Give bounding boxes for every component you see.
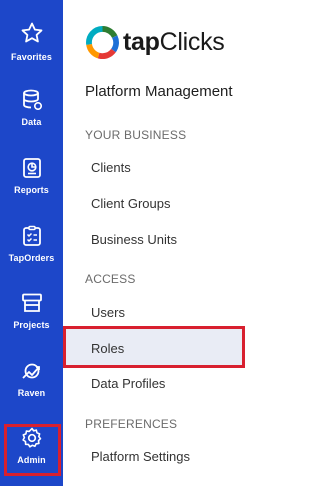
star-icon: [20, 21, 44, 45]
logo-text-light: Clicks: [159, 28, 225, 56]
section-access: ACCESS: [85, 272, 136, 286]
panel-title: Platform Management: [85, 83, 233, 100]
rail-item-raven[interactable]: Raven: [0, 339, 63, 401]
raven-chart-icon: [20, 359, 44, 383]
section-your-business: YOUR BUSINESS: [85, 128, 187, 142]
database-icon: [20, 88, 44, 112]
nav-item-client-groups[interactable]: Client Groups: [91, 196, 170, 211]
rail-item-taporders[interactable]: TapOrders: [0, 204, 63, 266]
rail-item-favorites[interactable]: Favorites: [0, 0, 63, 62]
rail-label-raven: Raven: [17, 388, 46, 398]
section-preferences: PREFERENCES: [85, 417, 178, 431]
admin-highlight-box: [4, 424, 61, 476]
logo-text-bold: tap: [123, 28, 160, 56]
nav-item-business-units[interactable]: Business Units: [91, 232, 177, 247]
rail-label-projects: Projects: [13, 320, 50, 330]
rail-item-projects[interactable]: Projects: [0, 271, 63, 333]
report-icon: [20, 156, 44, 180]
checklist-icon: [20, 224, 44, 248]
nav-item-platform-settings[interactable]: Platform Settings: [91, 449, 190, 464]
nav-item-users[interactable]: Users: [91, 305, 125, 320]
left-nav-rail: Favorites Data Reports TapOrders Project…: [0, 0, 63, 486]
nav-item-roles[interactable]: Roles: [91, 341, 124, 356]
rail-label-reports: Reports: [14, 185, 49, 195]
rail-item-data[interactable]: Data: [0, 68, 63, 130]
nav-item-clients[interactable]: Clients: [91, 160, 131, 175]
rail-label-data: Data: [21, 117, 42, 127]
store-icon: [20, 291, 44, 315]
tapclicks-logo-mark-icon: [86, 26, 119, 59]
nav-item-data-profiles[interactable]: Data Profiles: [91, 376, 165, 391]
rail-label-taporders: TapOrders: [8, 253, 55, 263]
rail-item-reports[interactable]: Reports: [0, 136, 63, 198]
rail-label-favorites: Favorites: [11, 52, 52, 62]
tapclicks-logo: tapClicks: [86, 26, 225, 59]
